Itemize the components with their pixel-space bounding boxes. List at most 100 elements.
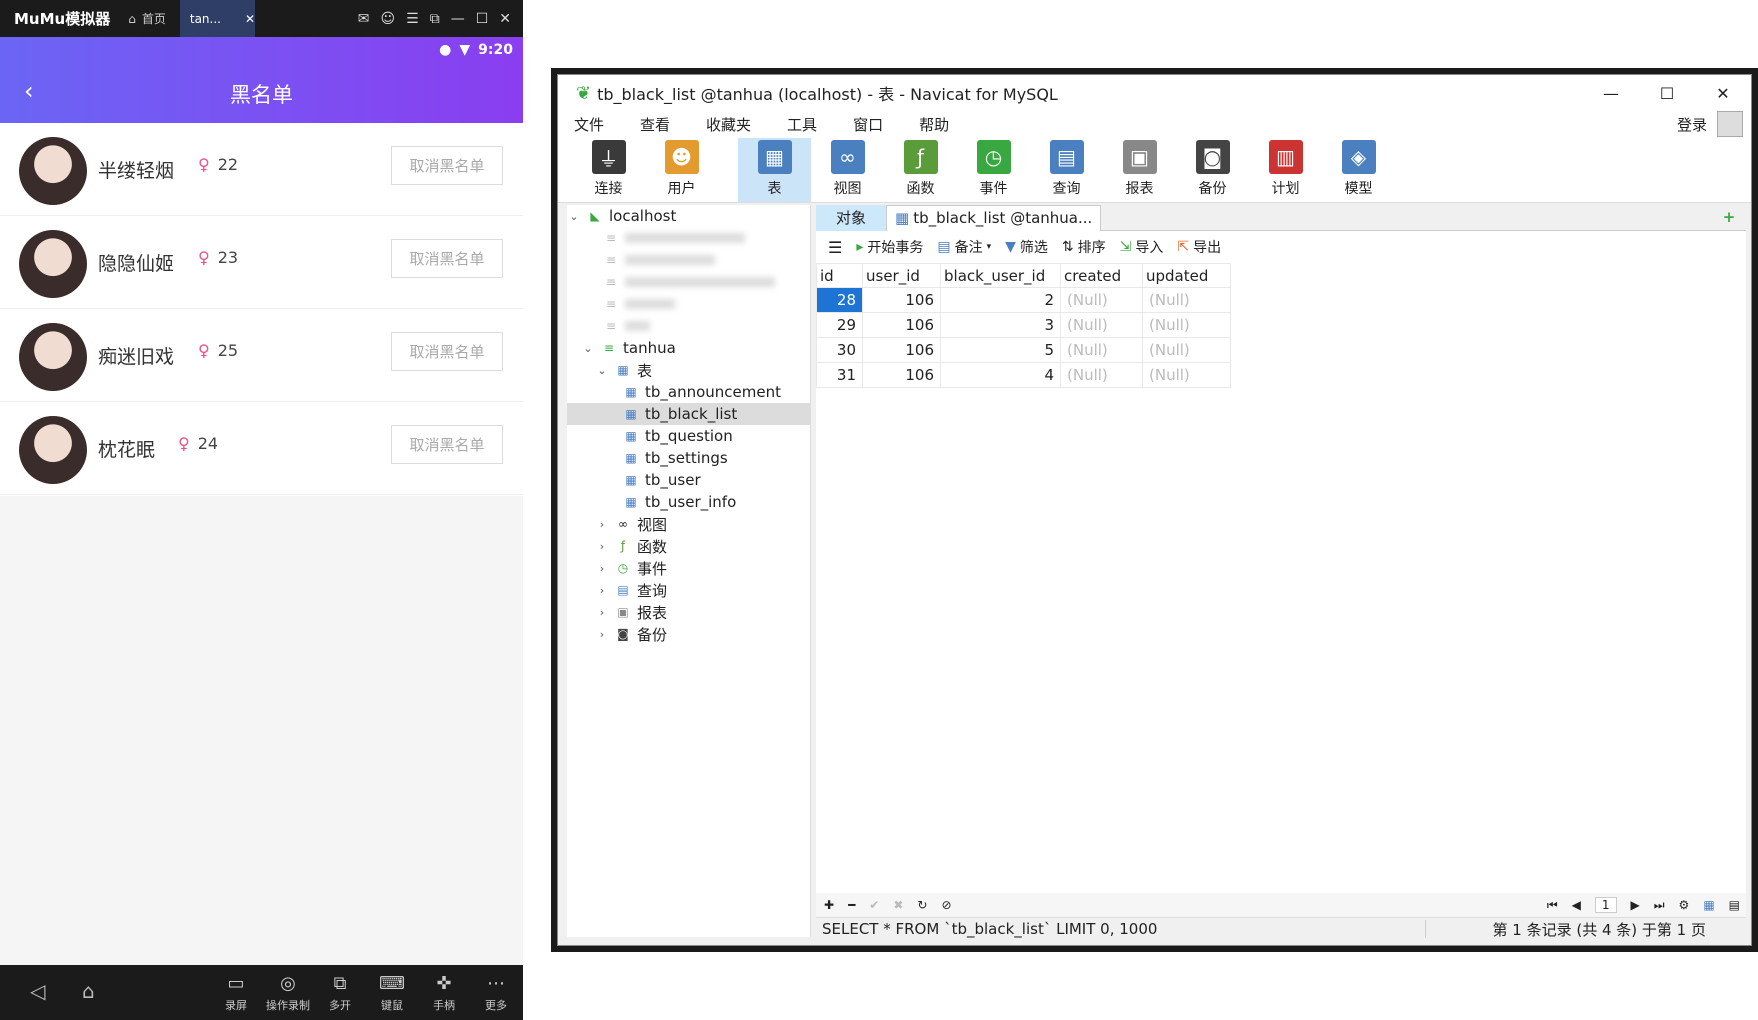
tree-group-backups[interactable]: › ◙ 备份 <box>567 623 810 645</box>
menu-help[interactable]: 帮助 <box>919 114 949 135</box>
cell[interactable]: 28 <box>816 287 863 313</box>
tree-table-item-selected[interactable]: ▦ tb_black_list <box>567 403 810 425</box>
cell[interactable]: (Null) <box>1060 287 1143 313</box>
previous-page-icon[interactable]: ◀ <box>1572 898 1581 912</box>
tool-multi-instance[interactable]: ⧉ 多开 <box>316 973 364 1013</box>
toolbar-backup-button[interactable]: ◙ 备份 <box>1176 138 1249 202</box>
column-header-id[interactable]: id <box>816 263 863 288</box>
login-link[interactable]: 登录 <box>1677 114 1707 135</box>
cell[interactable]: 3 <box>940 312 1061 338</box>
cell[interactable]: (Null) <box>1142 287 1231 313</box>
cell[interactable]: 29 <box>816 312 863 338</box>
close-icon[interactable]: ✕ <box>1695 75 1751 111</box>
toolbar-view-button[interactable]: ∞ 视图 <box>811 138 884 202</box>
tree-table-item[interactable]: ▦ tb_user_info <box>567 491 810 513</box>
tool-gamepad[interactable]: ✜ 手柄 <box>420 973 468 1013</box>
menu-window[interactable]: 窗口 <box>853 114 883 135</box>
remove-blacklist-button[interactable]: 取消黑名单 <box>391 146 503 185</box>
refresh-icon[interactable]: ↻ <box>917 898 927 912</box>
hamburger-menu-icon[interactable]: ☰ <box>828 238 842 257</box>
cell[interactable]: 106 <box>862 362 941 388</box>
column-header-updated[interactable]: updated <box>1142 263 1231 288</box>
toolbar-model-button[interactable]: ◈ 模型 <box>1322 138 1395 202</box>
cell[interactable]: 106 <box>862 337 941 363</box>
cell[interactable]: (Null) <box>1142 362 1231 388</box>
tree-database-tanhua[interactable]: ⌄ ≡ tanhua <box>567 337 810 359</box>
menu-favorites[interactable]: 收藏夹 <box>706 114 751 135</box>
tree-table-item[interactable]: ▦ tb_question <box>567 425 810 447</box>
cell[interactable]: (Null) <box>1142 337 1231 363</box>
grid-view-icon[interactable]: ▦ <box>1703 898 1714 912</box>
column-header-user-id[interactable]: user_id <box>862 263 941 288</box>
close-tab-icon[interactable]: ✕ <box>245 12 255 26</box>
cell[interactable]: 30 <box>816 337 863 363</box>
cell[interactable]: (Null) <box>1060 337 1143 363</box>
chevron-right-icon[interactable]: › <box>595 584 609 597</box>
tree-db-hidden[interactable]: ≡ <box>567 271 810 293</box>
settings-gear-icon[interactable]: ⚙ <box>1679 898 1690 912</box>
cell[interactable]: 31 <box>816 362 863 388</box>
table-row[interactable]: 30 106 5 (Null) (Null) <box>816 337 1231 363</box>
cell[interactable]: 106 <box>862 287 941 313</box>
column-header-created[interactable]: created <box>1060 263 1143 288</box>
filter-button[interactable]: ▼ 筛选 <box>1005 237 1048 257</box>
remove-blacklist-button[interactable]: 取消黑名单 <box>391 239 503 278</box>
tree-connection-localhost[interactable]: ⌄ ◣ localhost <box>567 205 810 227</box>
comment-button[interactable]: ▤ 备注 ▾ <box>937 237 991 257</box>
tree-db-hidden[interactable]: ≡ <box>567 249 810 271</box>
next-page-icon[interactable]: ▶ <box>1631 898 1640 912</box>
close-icon[interactable]: ✕ <box>499 11 511 27</box>
toolbar-table-button[interactable]: ▦ 表 <box>738 138 811 202</box>
chevron-down-icon[interactable]: ⌄ <box>567 210 581 223</box>
chevron-down-icon[interactable]: ⌄ <box>595 364 609 377</box>
tool-more[interactable]: ⋯ 更多 <box>472 973 520 1013</box>
chevron-right-icon[interactable]: › <box>595 606 609 619</box>
toolbar-schedule-button[interactable]: ▥ 计划 <box>1249 138 1322 202</box>
tree-db-hidden[interactable]: ≡ <box>567 293 810 315</box>
import-button[interactable]: ⇲ 导入 <box>1120 237 1164 257</box>
menu-tools[interactable]: 工具 <box>787 114 817 135</box>
column-header-black-user-id[interactable]: black_user_id <box>940 263 1061 288</box>
cell[interactable]: 5 <box>940 337 1061 363</box>
cell[interactable]: 2 <box>940 287 1061 313</box>
begin-transaction-button[interactable]: ▸ 开始事务 <box>856 237 923 257</box>
cell[interactable]: 106 <box>862 312 941 338</box>
table-row[interactable]: 29 106 3 (Null) (Null) <box>816 312 1231 338</box>
minimize-icon[interactable]: — <box>1583 75 1639 111</box>
tree-group-events[interactable]: › ◷ 事件 <box>567 557 810 579</box>
cell[interactable]: (Null) <box>1060 312 1143 338</box>
cell[interactable]: 4 <box>940 362 1061 388</box>
tool-record-screen[interactable]: ▭ 录屏 <box>212 973 260 1013</box>
new-tab-icon[interactable]: + <box>1718 208 1740 228</box>
toolbar-user-button[interactable]: ☻ 用户 <box>645 138 718 202</box>
account-icon[interactable]: ☺ <box>381 11 396 27</box>
form-view-icon[interactable]: ▤ <box>1729 898 1746 912</box>
restore-icon[interactable]: ⧉ <box>430 11 440 27</box>
remove-blacklist-button[interactable]: 取消黑名单 <box>391 425 503 464</box>
chevron-right-icon[interactable]: › <box>595 562 609 575</box>
tool-macro-record[interactable]: ◎ 操作录制 <box>264 973 312 1013</box>
chevron-right-icon[interactable]: › <box>595 518 609 531</box>
android-home-icon[interactable]: ⌂ <box>82 979 95 1003</box>
maximize-icon[interactable]: ☐ <box>476 11 489 27</box>
chevron-right-icon[interactable]: › <box>595 628 609 641</box>
tree-table-item[interactable]: ▦ tb_settings <box>567 447 810 469</box>
tool-keymap[interactable]: ⌨ 键鼠 <box>368 973 416 1013</box>
page-number-field[interactable]: 1 <box>1594 897 1617 913</box>
delete-record-icon[interactable]: ━ <box>848 898 855 912</box>
apply-icon[interactable]: ✔ <box>869 898 879 912</box>
menu-view[interactable]: 查看 <box>640 114 670 135</box>
tree-db-hidden[interactable]: ≡ <box>567 227 810 249</box>
first-page-icon[interactable]: ⏮ <box>1547 898 1558 913</box>
last-page-icon[interactable]: ⏭ <box>1654 898 1665 913</box>
maximize-icon[interactable]: ☐ <box>1639 75 1695 111</box>
emulator-app-tab[interactable]: tan... ✕ <box>179 0 255 37</box>
chevron-right-icon[interactable]: › <box>595 540 609 553</box>
toolbar-event-button[interactable]: ◷ 事件 <box>957 138 1030 202</box>
chevron-down-icon[interactable]: ⌄ <box>581 342 595 355</box>
tree-group-reports[interactable]: › ▣ 报表 <box>567 601 810 623</box>
tree-group-views[interactable]: › ∞ 视图 <box>567 513 810 535</box>
menu-file[interactable]: 文件 <box>574 114 604 135</box>
toolbar-query-button[interactable]: ▤ 查询 <box>1030 138 1103 202</box>
tree-table-item[interactable]: ▦ tb_user <box>567 469 810 491</box>
